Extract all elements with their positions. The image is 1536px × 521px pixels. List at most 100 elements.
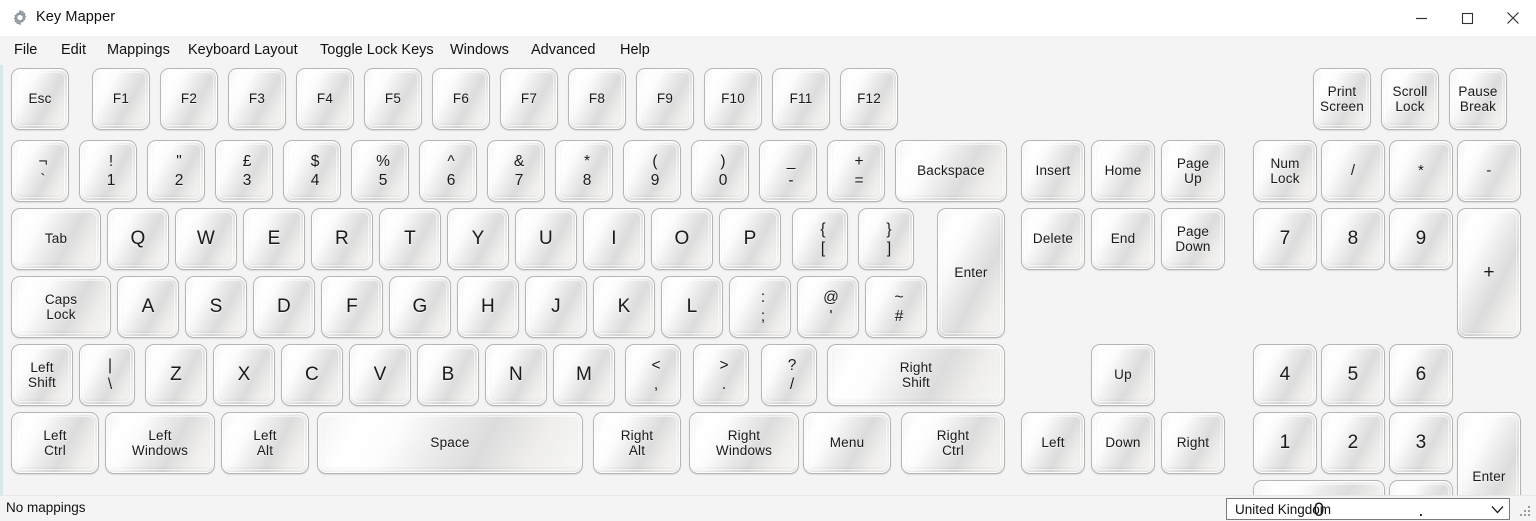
key-numpad-plus[interactable]: +	[1457, 208, 1521, 338]
key-digit-4[interactable]: $4	[283, 140, 341, 202]
key-numpad-minus[interactable]: -	[1457, 140, 1521, 202]
key-digit-1[interactable]: ! 1	[79, 140, 137, 202]
key-left-alt[interactable]: Left Alt	[221, 412, 309, 474]
key-equals[interactable]: + =	[827, 140, 885, 202]
key-key-i[interactable]: I	[583, 208, 645, 270]
key-tab[interactable]: Tab	[11, 208, 101, 270]
menu-item-windows[interactable]: Windows	[440, 36, 519, 65]
key-left-windows[interactable]: Left Windows	[105, 412, 215, 474]
menu-item-advanced[interactable]: Advanced	[521, 36, 606, 65]
key-caps-lock[interactable]: Caps Lock	[11, 276, 111, 338]
key-key-n[interactable]: N	[485, 344, 547, 406]
key-key-s[interactable]: S	[185, 276, 247, 338]
key-f11[interactable]: F11	[772, 68, 830, 130]
resize-grip-icon[interactable]	[1517, 503, 1533, 519]
key-digit-3[interactable]: £3	[215, 140, 273, 202]
key-numpad-7[interactable]: 7	[1253, 208, 1317, 270]
key-f2[interactable]: F2	[160, 68, 218, 130]
key-right-windows[interactable]: Right Windows	[689, 412, 799, 474]
key-key-w[interactable]: W	[175, 208, 237, 270]
key-key-d[interactable]: D	[253, 276, 315, 338]
key-end[interactable]: End	[1091, 208, 1155, 270]
key-digit-2[interactable]: " 2	[147, 140, 205, 202]
key-semicolon[interactable]: :;	[729, 276, 791, 338]
menu-item-keyboard-layout[interactable]: Keyboard Layout	[178, 36, 308, 65]
key-key-z[interactable]: Z	[145, 344, 207, 406]
key-numpad-3[interactable]: 3	[1389, 412, 1453, 474]
key-digit-0[interactable]: ) 0	[691, 140, 749, 202]
key-digit-6[interactable]: ^ 6	[419, 140, 477, 202]
key-key-a[interactable]: A	[117, 276, 179, 338]
menu-item-help[interactable]: Help	[610, 36, 660, 65]
key-key-m[interactable]: M	[553, 344, 615, 406]
key-slash[interactable]: ? /	[761, 344, 817, 406]
key-key-b[interactable]: B	[417, 344, 479, 406]
key-f4[interactable]: F4	[296, 68, 354, 130]
key-numpad-6[interactable]: 6	[1389, 344, 1453, 406]
key-minus[interactable]: _ -	[759, 140, 817, 202]
key-key-x[interactable]: X	[213, 344, 275, 406]
key-arrow-left[interactable]: Left	[1021, 412, 1085, 474]
menu-item-file[interactable]: File	[4, 36, 47, 65]
key-right-alt[interactable]: Right Alt	[593, 412, 681, 474]
key-period[interactable]: >.	[693, 344, 749, 406]
close-button[interactable]	[1490, 0, 1536, 36]
key-key-o[interactable]: O	[651, 208, 713, 270]
key-f12[interactable]: F12	[840, 68, 898, 130]
key-key-v[interactable]: V	[349, 344, 411, 406]
key-left-shift[interactable]: Left Shift	[11, 344, 73, 406]
key-digit-7[interactable]: & 7	[487, 140, 545, 202]
key-f5[interactable]: F5	[364, 68, 422, 130]
menu-item-edit[interactable]: Edit	[51, 36, 96, 65]
key-right-shift[interactable]: Right Shift	[827, 344, 1005, 406]
key-f7[interactable]: F7	[500, 68, 558, 130]
key-backspace[interactable]: Backspace	[895, 140, 1007, 202]
key-digit-8[interactable]: * 8	[555, 140, 613, 202]
key-key-g[interactable]: G	[389, 276, 451, 338]
key-page-up[interactable]: Page Up	[1161, 140, 1225, 202]
key-bracket-left[interactable]: {[	[792, 208, 848, 270]
key-key-y[interactable]: Y	[447, 208, 509, 270]
key-bracket-right[interactable]: }]	[858, 208, 914, 270]
key-numpad-2[interactable]: 2	[1321, 412, 1385, 474]
key-key-f[interactable]: F	[321, 276, 383, 338]
key-numpad-5[interactable]: 5	[1321, 344, 1385, 406]
key-numpad-9[interactable]: 9	[1389, 208, 1453, 270]
key-numpad-divide[interactable]: /	[1321, 140, 1385, 202]
key-space[interactable]: Space	[317, 412, 583, 474]
key-pause-break[interactable]: Pause Break	[1449, 68, 1507, 130]
key-menu[interactable]: Menu	[803, 412, 891, 474]
key-numpad-4[interactable]: 4	[1253, 344, 1317, 406]
key-esc[interactable]: Esc	[11, 68, 69, 130]
key-key-c[interactable]: C	[281, 344, 343, 406]
key-digit-9[interactable]: (9	[623, 140, 681, 202]
keyboard-layout-select[interactable]: United Kingdom	[1226, 498, 1510, 520]
key-insert[interactable]: Insert	[1021, 140, 1085, 202]
key-scroll-lock[interactable]: Scroll Lock	[1381, 68, 1439, 130]
key-numpad-8[interactable]: 8	[1321, 208, 1385, 270]
key-page-down[interactable]: Page Down	[1161, 208, 1225, 270]
key-digit-5[interactable]: % 5	[351, 140, 409, 202]
key-key-h[interactable]: H	[457, 276, 519, 338]
key-comma[interactable]: <,	[625, 344, 681, 406]
key-numpad-1[interactable]: 1	[1253, 412, 1317, 474]
key-key-p[interactable]: P	[719, 208, 781, 270]
key-key-l[interactable]: L	[661, 276, 723, 338]
key-key-q[interactable]: Q	[107, 208, 169, 270]
key-key-e[interactable]: E	[243, 208, 305, 270]
maximize-button[interactable]	[1444, 0, 1490, 36]
key-key-j[interactable]: J	[525, 276, 587, 338]
key-f8[interactable]: F8	[568, 68, 626, 130]
key-numpad-multiply[interactable]: *	[1389, 140, 1453, 202]
key-f9[interactable]: F9	[636, 68, 694, 130]
key-num-lock[interactable]: Num Lock	[1253, 140, 1317, 202]
key-apostrophe[interactable]: @ '	[797, 276, 859, 338]
key-arrow-up[interactable]: Up	[1091, 344, 1155, 406]
menu-item-mappings[interactable]: Mappings	[97, 36, 180, 65]
key-f1[interactable]: F1	[92, 68, 150, 130]
key-hash[interactable]: ~ #	[865, 276, 927, 338]
key-key-r[interactable]: R	[311, 208, 373, 270]
menu-item-toggle-lock-keys[interactable]: Toggle Lock Keys	[310, 36, 444, 65]
key-enter[interactable]: Enter	[937, 208, 1005, 338]
minimize-button[interactable]	[1398, 0, 1444, 36]
